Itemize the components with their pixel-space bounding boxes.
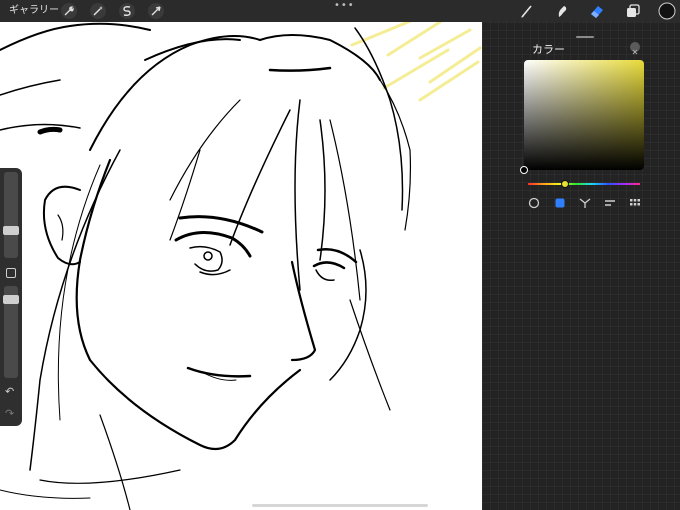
top-toolbar: ギャラリー ••• [0,0,680,22]
panel-title: カラー [532,43,565,56]
brush-icon[interactable] [518,2,536,20]
value-mode-icon[interactable] [604,194,616,206]
eraser-icon[interactable] [588,2,606,20]
panel-grip[interactable] [576,36,594,38]
color-panel: カラー [482,22,680,510]
opacity-handle[interactable] [3,295,19,304]
magic-wand-icon[interactable] [89,2,107,20]
square-modify-icon[interactable] [6,268,16,278]
selection-s-icon[interactable] [118,2,136,20]
brush-size-handle[interactable] [3,226,19,235]
hue-slider-handle[interactable] [561,180,569,188]
hue-slider[interactable] [528,183,640,185]
gallery-button[interactable]: ギャラリー [9,3,59,19]
palettes-mode-icon[interactable] [629,194,641,206]
more-options-button[interactable]: ••• [334,0,355,12]
left-sidebar: ↶ ↷ [0,168,22,426]
color-picker-handle[interactable] [520,166,528,174]
arrow-cursor-icon[interactable] [147,2,165,20]
wrench-icon[interactable] [60,2,78,20]
home-indicator [252,504,428,507]
undo-button[interactable]: ↶ [5,386,14,398]
brush-size-slider[interactable] [4,172,18,258]
saturation-brightness-picker[interactable] [524,60,644,170]
classic-mode-icon[interactable] [554,194,566,208]
color-swatch[interactable] [658,2,676,20]
harmony-mode-icon[interactable] [579,194,591,208]
redo-button[interactable]: ↷ [5,408,14,420]
layers-icon[interactable] [624,2,642,20]
smudge-icon[interactable] [553,2,571,20]
close-icon[interactable] [630,42,640,55]
disc-mode-icon[interactable] [528,194,540,209]
